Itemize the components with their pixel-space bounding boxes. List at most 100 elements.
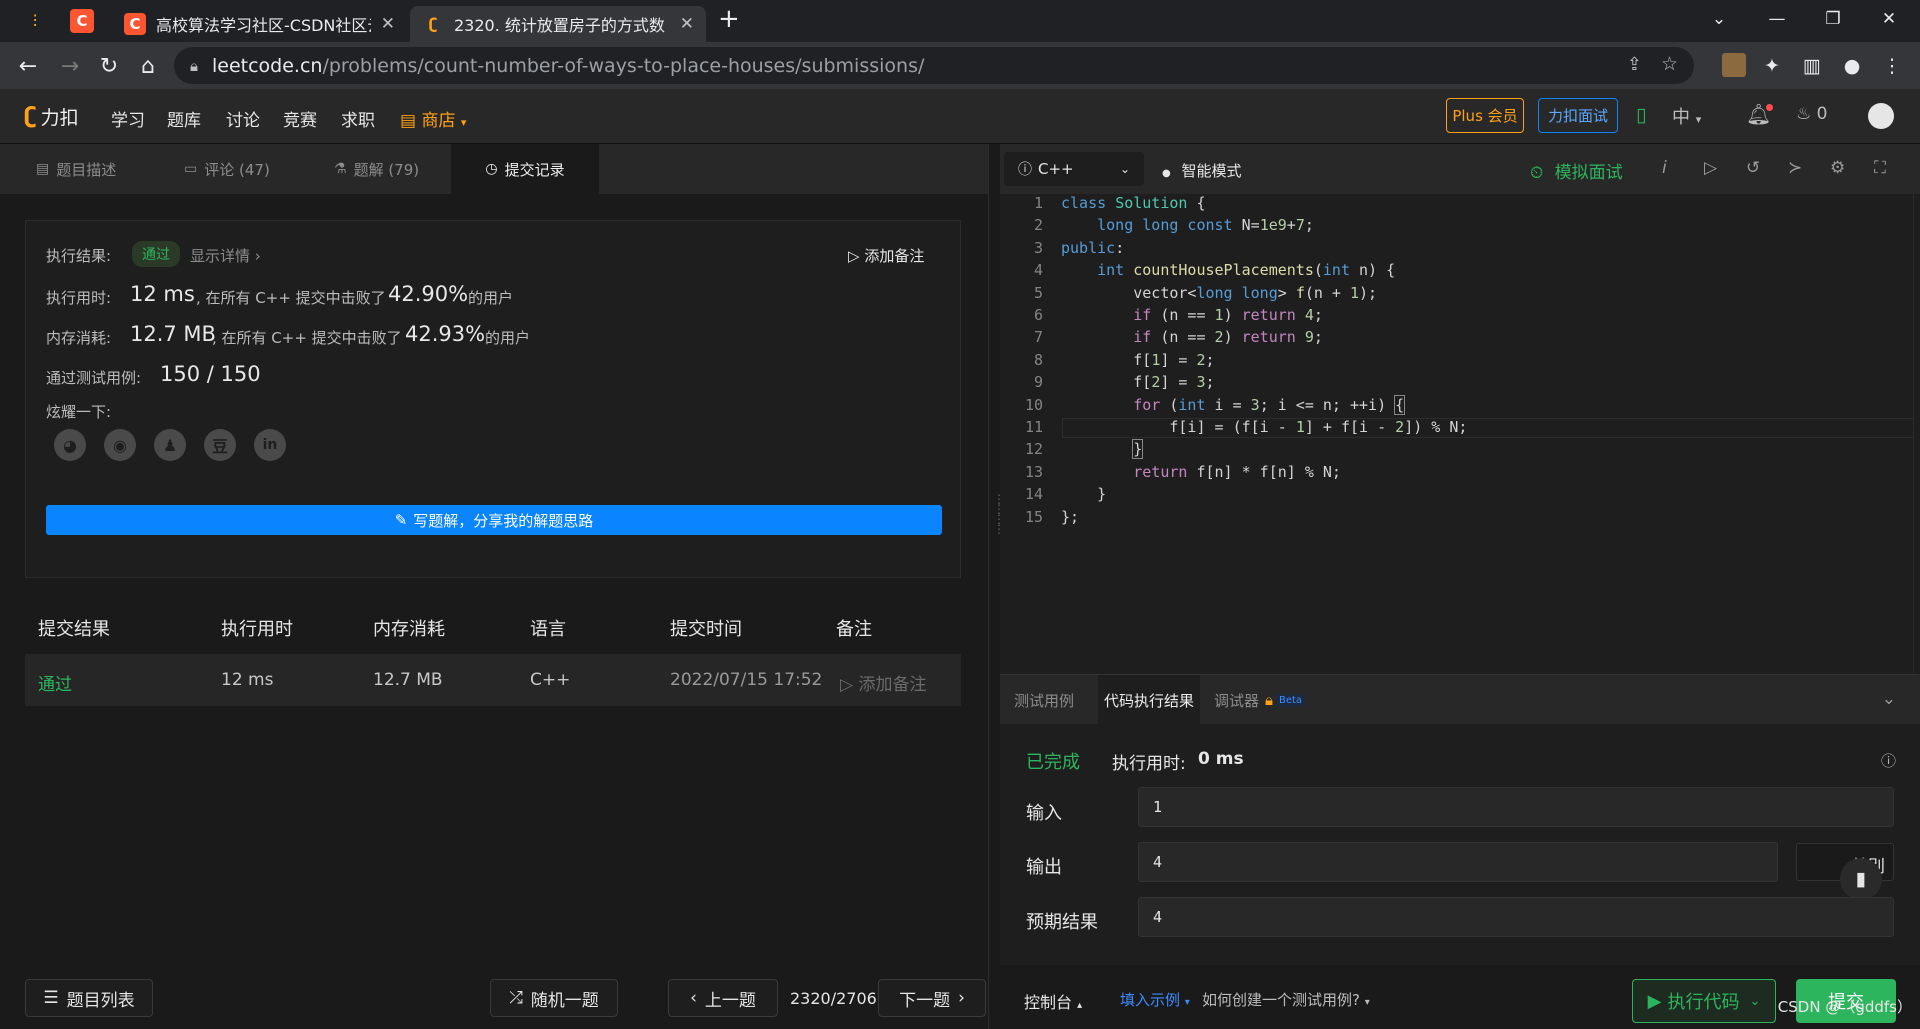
- run-code-button[interactable]: ▶ 执行代码 ⌄: [1632, 979, 1776, 1023]
- bookmark-star-icon[interactable]: ☆: [1661, 53, 1678, 75]
- profile-icon[interactable]: ●: [1838, 52, 1866, 80]
- row-status[interactable]: 通过: [38, 670, 72, 695]
- tab-testcase[interactable]: 测试用例: [1014, 675, 1074, 725]
- add-note-button[interactable]: ▷ 添加备注: [848, 245, 924, 266]
- browser-tab-leetcode[interactable]: ʗ 2320. 统计放置房子的方式数 - 力 ✕: [410, 6, 706, 42]
- mock-interview-button[interactable]: 力扣面试: [1538, 98, 1618, 133]
- mock-interview-button[interactable]: ⏲ 模拟面试: [1530, 158, 1623, 183]
- extension-avatar-icon[interactable]: [1722, 53, 1746, 77]
- side-panel-icon[interactable]: ▥: [1798, 52, 1826, 80]
- plus-member-button[interactable]: Plus 会员: [1446, 98, 1524, 133]
- tab-search-icon[interactable]: ⫶: [22, 9, 48, 35]
- table-row[interactable]: 通过 12 ms 12.7 MB C++ 2022/07/15 17:52 ▷ …: [25, 654, 961, 706]
- user-avatar[interactable]: [1868, 103, 1894, 129]
- home-icon[interactable]: ⌂: [134, 52, 162, 80]
- smart-mode-toggle[interactable]: ● 智能模式: [1162, 160, 1242, 181]
- language-select[interactable]: ⓘ C++ ⌄: [1004, 152, 1144, 186]
- back-icon[interactable]: ←: [14, 52, 42, 80]
- new-tab-button[interactable]: +: [718, 4, 740, 34]
- editor-action-bar: 控制台 ▴ 填入示例 ▾ 如何创建一个测试用例? ▾ ▶ 执行代码 ⌄ 提交 C…: [1000, 965, 1920, 1029]
- linkedin-share-icon[interactable]: in: [254, 429, 286, 461]
- tab-run-result[interactable]: 代码执行结果: [1098, 675, 1200, 725]
- collapse-chevron-icon[interactable]: ⌄: [1882, 689, 1896, 709]
- help-icon[interactable]: ⓘ: [1881, 750, 1896, 771]
- fullscreen-icon[interactable]: ⛶: [1874, 158, 1886, 178]
- drag-handle-icon[interactable]: ⋮ ⋮ ⋮ ⋮: [993, 493, 1005, 535]
- nav-contest[interactable]: 竞赛: [283, 106, 317, 131]
- extensions-icon[interactable]: ✦: [1758, 52, 1786, 80]
- tab-description[interactable]: ▤ 题目描述: [36, 144, 116, 194]
- fill-example-dropdown[interactable]: 填入示例 ▾: [1120, 989, 1190, 1010]
- row-add-note[interactable]: ▷ 添加备注: [840, 670, 926, 695]
- pinned-tab-csdn[interactable]: C: [70, 9, 94, 33]
- nav-store[interactable]: ▤ 商店 ▾: [400, 106, 466, 131]
- mobile-icon[interactable]: ▯: [1636, 104, 1646, 126]
- timer-icon: ⏲: [1530, 163, 1544, 183]
- italic-info-icon[interactable]: i: [1662, 158, 1667, 178]
- problem-list-button[interactable]: ☰ 题目列表: [25, 979, 153, 1017]
- forward-icon[interactable]: →: [56, 52, 84, 80]
- leetcode-logo[interactable]: ʗ 力扣: [24, 103, 79, 130]
- play-icon[interactable]: ▷: [1704, 158, 1717, 178]
- close-tab-icon[interactable]: ✕: [381, 14, 395, 34]
- tab-solutions[interactable]: ⚗ 题解 (79): [334, 144, 419, 194]
- restore-icon[interactable]: ❐: [1810, 0, 1856, 38]
- browser-tab-csdn[interactable]: C 高校算法学习社区-CSDN社区云 ✕: [112, 6, 407, 42]
- notification-bell-icon[interactable]: 🔔︎: [1746, 102, 1774, 126]
- random-problem-button[interactable]: ⤮ 随机一题: [490, 979, 618, 1017]
- problem-nav-bar: ☰ 题目列表 ⤮ 随机一题 ‹ 上一题 2320/2706 下一题 ›: [0, 965, 988, 1029]
- write-solution-button[interactable]: ✎ 写题解，分享我的解题思路: [46, 505, 942, 535]
- line-number: 14: [1024, 485, 1043, 504]
- console-toggle[interactable]: 控制台 ▴: [1024, 989, 1082, 1013]
- row-memory: 12.7 MB: [373, 670, 443, 690]
- nav-problems[interactable]: 题库: [167, 106, 201, 131]
- bookmark-float-icon[interactable]: ▮: [1840, 858, 1882, 900]
- prev-problem-button[interactable]: ‹ 上一题: [668, 979, 778, 1017]
- play-icon: ▶: [1647, 990, 1662, 1012]
- terminal-icon[interactable]: ≻: [1788, 158, 1802, 178]
- nav-discuss[interactable]: 讨论: [226, 106, 260, 131]
- minimize-icon[interactable]: —: [1754, 0, 1800, 38]
- douban-share-icon[interactable]: 豆: [204, 429, 236, 461]
- close-window-icon[interactable]: ✕: [1866, 0, 1912, 38]
- expected-label: 预期结果: [1026, 912, 1098, 933]
- browser-menu-icon[interactable]: ⋮: [1878, 52, 1906, 80]
- reload-icon[interactable]: ↻: [95, 52, 123, 80]
- settings-icon[interactable]: ⚙: [1830, 158, 1845, 178]
- nav-jobs[interactable]: 求职: [341, 106, 375, 131]
- nav-learn[interactable]: 学习: [111, 106, 145, 131]
- memory-label: 内存消耗:: [46, 329, 112, 347]
- qq-share-icon[interactable]: ♟: [154, 429, 186, 461]
- show-details-link[interactable]: 显示详情 ›: [190, 245, 261, 266]
- browser-tab-bar: ⫶ C C 高校算法学习社区-CSDN社区云 ✕ ʗ 2320. 统计放置房子的…: [0, 0, 1920, 42]
- language-switch[interactable]: 中 ▾: [1672, 103, 1701, 129]
- problem-list-label: 题目列表: [66, 990, 135, 1011]
- time-percentile: 42.90%: [388, 282, 469, 306]
- share-page-icon[interactable]: ⇪: [1627, 54, 1642, 75]
- how-to-testcase-link[interactable]: 如何创建一个测试用例? ▾: [1202, 989, 1370, 1010]
- url-input[interactable]: 🔒︎ leetcode.cn/problems/count-number-of-…: [174, 47, 1694, 84]
- tab-list-icon[interactable]: ⌄: [1696, 0, 1742, 38]
- code-line-13: return f[n] * f[n] % N;: [1133, 462, 1341, 481]
- code-editor[interactable]: 1 2 3 4 5 6 7 8 9 10 11 12 13 14 15 class Solution { l…: [1000, 194, 1920, 674]
- console-tabs: 测试用例 代码执行结果 调试器 🔒︎ Beta ⌄: [1000, 674, 1920, 725]
- weibo-share-icon[interactable]: ◉: [104, 429, 136, 461]
- next-problem-button[interactable]: 下一题 ›: [878, 979, 986, 1017]
- editor-scrollbar[interactable]: [1913, 194, 1920, 674]
- streak[interactable]: ♨ 0: [1796, 104, 1827, 124]
- status-badge: 通过: [132, 241, 180, 267]
- tab-comments[interactable]: ▭ 评论 (47): [184, 144, 270, 194]
- reset-icon[interactable]: ↺: [1746, 158, 1760, 178]
- pencil-icon: ✎: [394, 511, 408, 529]
- close-tab-icon[interactable]: ✕: [680, 14, 694, 34]
- line-number: 3: [1033, 238, 1043, 257]
- flame-icon: ♨: [1796, 104, 1812, 124]
- notification-dot: [1766, 104, 1774, 111]
- tests-label: 通过测试用例:: [46, 369, 142, 387]
- editor-toolbar: ⓘ C++ ⌄ ● 智能模式 ⏲ 模拟面试 i ▷ ↺ ≻ ⚙ ⛶: [1000, 144, 1920, 194]
- panel-splitter[interactable]: ⋮ ⋮ ⋮ ⋮: [988, 144, 1005, 1029]
- wechat-share-icon[interactable]: ◕: [54, 429, 86, 461]
- lock-icon: 🔒︎: [1265, 691, 1273, 709]
- tab-debugger[interactable]: 调试器 🔒︎ Beta: [1214, 675, 1306, 725]
- tab-submissions[interactable]: ◷ 提交记录: [451, 144, 599, 194]
